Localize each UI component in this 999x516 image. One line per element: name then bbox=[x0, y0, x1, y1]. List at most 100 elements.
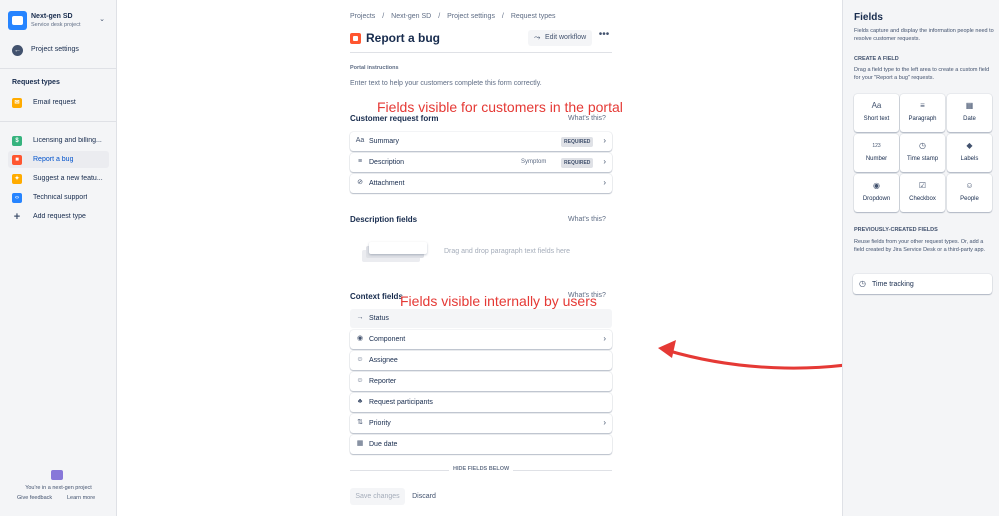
chevron-right-icon[interactable]: › bbox=[603, 334, 606, 343]
divider bbox=[350, 52, 612, 53]
edit-workflow-button[interactable]: ⤳ Edit workflow bbox=[528, 30, 592, 46]
field-type-label: Number bbox=[865, 156, 888, 162]
field-due-date[interactable]: ▦ Due date bbox=[350, 435, 612, 454]
breadcrumb-project-settings[interactable]: Project settings bbox=[447, 13, 495, 20]
field-type-paragraph[interactable]: ≡ Paragraph bbox=[900, 94, 945, 132]
chevron-right-icon[interactable]: › bbox=[603, 136, 606, 145]
field-type-time-stamp[interactable]: ◷ Time stamp bbox=[900, 134, 945, 172]
time-tracking-field[interactable]: ◷ Time tracking bbox=[853, 274, 992, 294]
field-status[interactable]: → Status bbox=[350, 309, 612, 328]
text-icon: Aa bbox=[355, 137, 365, 144]
sidebar-item-licensing[interactable]: $ Licensing and billing... bbox=[8, 132, 109, 149]
project-avatar-icon bbox=[8, 11, 27, 30]
sidebar-item-label: Report a bug bbox=[33, 156, 74, 163]
field-priority[interactable]: ⇅ Priority › bbox=[350, 414, 612, 433]
field-label: Summary bbox=[369, 138, 399, 145]
arrow-left-icon: ← bbox=[12, 45, 23, 56]
tag-icon: ◆ bbox=[966, 141, 973, 150]
component-icon: ◉ bbox=[356, 335, 364, 342]
dropdown-icon: ◉ bbox=[873, 181, 880, 190]
annotation-internal-visible: Fields visible internally by users bbox=[400, 293, 597, 309]
field-label: Reporter bbox=[369, 378, 397, 385]
portal-instructions-label: Portal instructions bbox=[350, 65, 399, 71]
field-assignee[interactable]: ☺ Assignee bbox=[350, 351, 612, 370]
field-type-label: Checkbox bbox=[909, 196, 936, 202]
project-switcher[interactable]: Next-gen SD Service desk project ⌄ bbox=[8, 11, 113, 31]
field-type-dropdown[interactable]: ◉ Dropdown bbox=[854, 174, 899, 212]
breadcrumb-project[interactable]: Next-gen SD bbox=[391, 13, 431, 20]
breadcrumb-separator: / bbox=[501, 13, 504, 20]
code-icon: ‹› bbox=[12, 193, 22, 203]
create-field-description: Drag a field type to the left area to cr… bbox=[854, 67, 990, 81]
learn-more-link[interactable]: Learn more bbox=[67, 495, 95, 501]
arrow-right-icon: → bbox=[356, 314, 364, 321]
field-type-label: Paragraph bbox=[908, 116, 937, 122]
sidebar-item-email-request[interactable]: ✉ Email request bbox=[8, 94, 109, 111]
field-label: Request participants bbox=[369, 399, 433, 406]
required-badge: REQUIRED bbox=[561, 137, 594, 147]
discard-button[interactable]: Discard bbox=[407, 488, 441, 505]
chevron-right-icon[interactable]: › bbox=[603, 178, 606, 187]
field-label: Description bbox=[369, 159, 405, 166]
field-type-date[interactable]: ▦ Date bbox=[947, 94, 992, 132]
bug-icon: ■ bbox=[12, 155, 22, 165]
next-gen-notice: You're in a next-gen project bbox=[25, 485, 92, 491]
sidebar-item-report-a-bug[interactable]: ■ Report a bug bbox=[8, 151, 109, 168]
give-feedback-link[interactable]: Give feedback bbox=[17, 495, 52, 501]
field-type-checkbox[interactable]: ☑ Checkbox bbox=[900, 174, 945, 212]
paperclip-icon: ⊘ bbox=[357, 179, 363, 186]
field-reporter[interactable]: ☺ Reporter bbox=[350, 372, 612, 391]
field-attachment[interactable]: ⊘ Attachment › bbox=[350, 174, 612, 193]
chevron-right-icon[interactable]: › bbox=[603, 418, 606, 427]
back-label: Project settings bbox=[31, 46, 79, 53]
breadcrumb-request-types[interactable]: Request types bbox=[511, 13, 556, 20]
field-label: Component bbox=[369, 336, 406, 343]
next-gen-icon bbox=[51, 470, 63, 480]
add-request-type-label: Add request type bbox=[33, 213, 86, 220]
breadcrumb-projects[interactable]: Projects bbox=[350, 13, 375, 20]
plus-icon: + bbox=[13, 211, 21, 223]
fields-panel-title: Fields bbox=[854, 12, 883, 23]
field-type-label: Dropdown bbox=[862, 196, 891, 202]
field-type-short-text[interactable]: Aa Short text bbox=[854, 94, 899, 132]
field-type-labels[interactable]: ◆ Labels bbox=[947, 134, 992, 172]
add-request-type-button[interactable]: + Add request type bbox=[8, 208, 109, 225]
field-type-number[interactable]: 123 Number bbox=[854, 134, 899, 172]
paragraph-icon: ≡ bbox=[920, 101, 925, 110]
field-type-people[interactable]: ☺ People bbox=[947, 174, 992, 212]
person-icon: ☺ bbox=[965, 181, 974, 190]
sidebar-item-technical-support[interactable]: ‹› Technical support bbox=[8, 189, 109, 206]
sidebar-item-label: Technical support bbox=[33, 194, 88, 201]
field-summary[interactable]: Aa Summary REQUIRED › bbox=[350, 132, 612, 151]
person-icon: ☺ bbox=[356, 356, 364, 363]
field-type-label: Date bbox=[963, 116, 976, 122]
sidebar-item-label: Suggest a new featu... bbox=[33, 175, 103, 182]
divider bbox=[0, 68, 117, 69]
field-request-participants[interactable]: ♣ Request participants bbox=[350, 393, 612, 412]
save-changes-button[interactable]: Save changes bbox=[350, 488, 405, 505]
project-name: Next-gen SD bbox=[31, 13, 73, 20]
more-actions-icon[interactable]: ••• bbox=[598, 30, 610, 44]
portal-instructions-input[interactable]: Enter text to help your customers comple… bbox=[350, 80, 542, 87]
sidebar-item-suggest-feature[interactable]: ✦ Suggest a new featu... bbox=[8, 170, 109, 187]
field-component[interactable]: ◉ Component › bbox=[350, 330, 612, 349]
field-label: Due date bbox=[369, 441, 398, 448]
field-description[interactable]: ≡ Description Symptom REQUIRED › bbox=[350, 153, 612, 172]
field-label: Assignee bbox=[369, 357, 398, 364]
paragraph-icon: ≡ bbox=[357, 158, 363, 165]
fields-panel: Fields Fields capture and display the in… bbox=[842, 0, 999, 516]
fields-panel-description: Fields capture and display the informati… bbox=[854, 28, 994, 42]
field-label: Priority bbox=[369, 420, 391, 427]
chevron-down-icon[interactable]: ⌄ bbox=[99, 15, 105, 23]
sidebar: Next-gen SD Service desk project ⌄ ← Pro… bbox=[0, 0, 117, 516]
text-icon: Aa bbox=[871, 101, 882, 110]
whats-this-link[interactable]: What's this? bbox=[568, 216, 606, 223]
field-display-name: Symptom bbox=[521, 159, 547, 165]
breadcrumb-separator: / bbox=[382, 13, 385, 20]
field-label: Status bbox=[369, 315, 389, 322]
whats-this-link[interactable]: What's this? bbox=[568, 115, 606, 122]
sidebar-item-label: Email request bbox=[33, 99, 76, 106]
hide-fields-below-divider: HIDE FIELDS BELOW bbox=[350, 466, 612, 476]
lightbulb-icon: ✦ bbox=[12, 174, 22, 184]
chevron-right-icon[interactable]: › bbox=[603, 157, 606, 166]
